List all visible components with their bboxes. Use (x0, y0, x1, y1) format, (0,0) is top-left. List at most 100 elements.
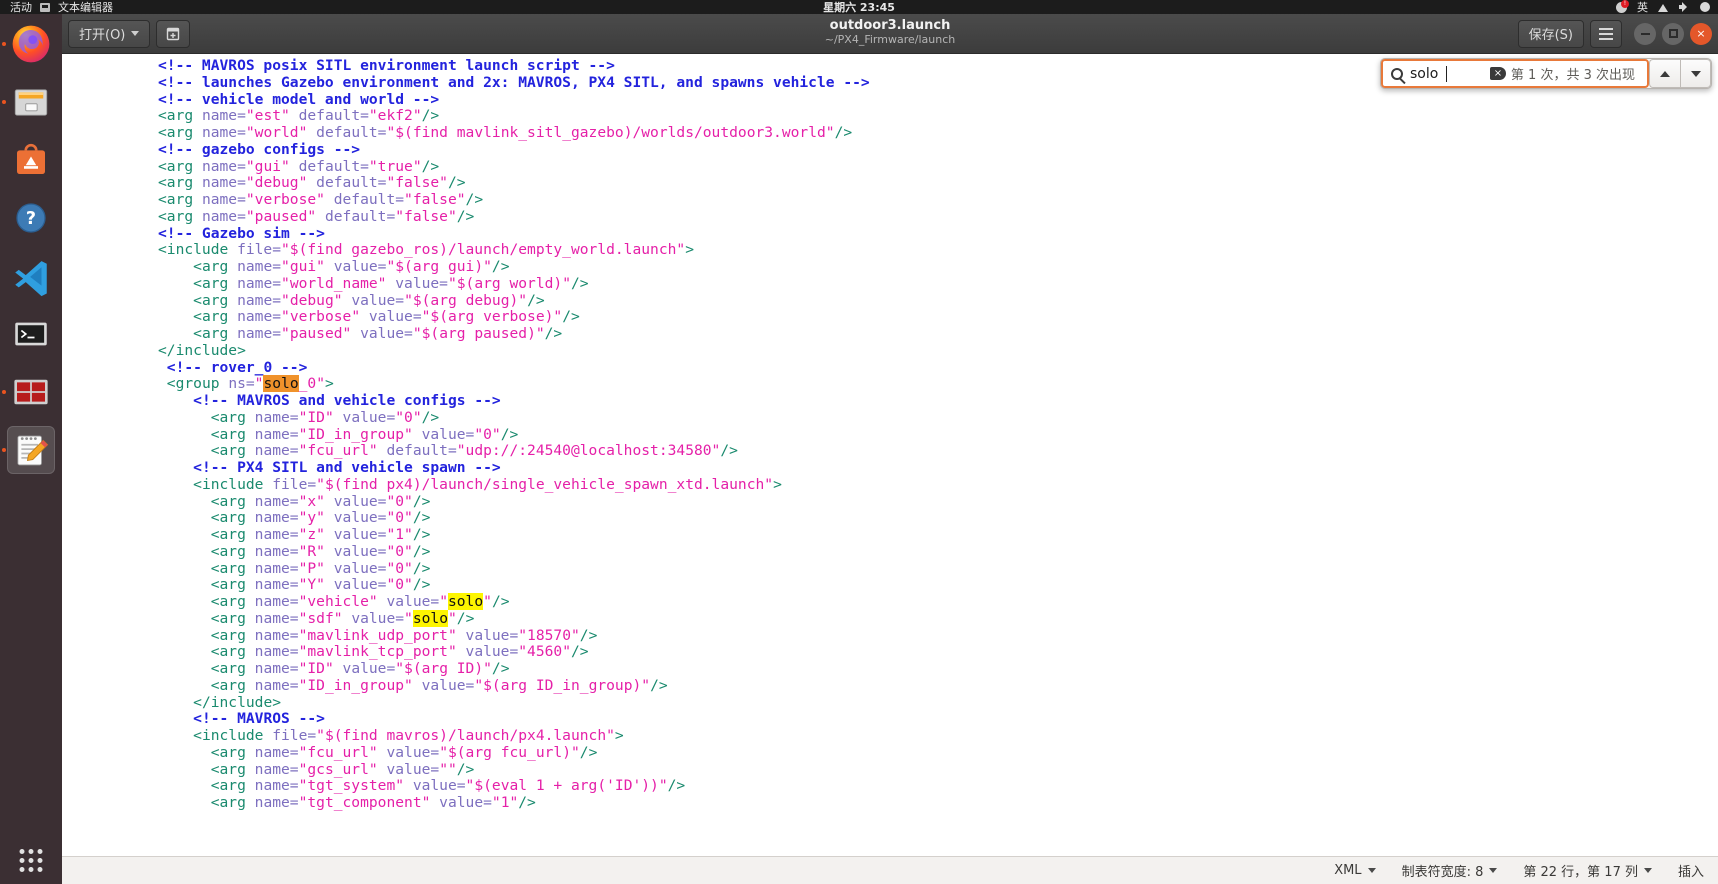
terminal-icon (15, 322, 47, 346)
update-icon: ! (1616, 0, 1629, 13)
open-button-label: 打开(O) (79, 28, 126, 43)
code-line: <arg name="world" default="$(find mavlin… (158, 124, 853, 141)
chevron-down-icon (131, 31, 140, 36)
code-line: <arg name="verbose" default="false"/> (158, 191, 484, 208)
dock-item-help[interactable]: ? (7, 194, 55, 242)
search-nav-buttons (1649, 59, 1711, 88)
code-line: <arg name="ID_in_group" value="0"/> (210, 425, 519, 443)
volume-icon (1679, 2, 1690, 12)
save-button[interactable]: 保存(S) (1517, 19, 1584, 48)
search-query-text: solo (1410, 65, 1439, 82)
help-icon: ? (16, 203, 46, 233)
hamburger-icon (1599, 27, 1613, 40)
header-left-controls: 打开(O) (68, 19, 191, 48)
search-next-button[interactable] (1680, 59, 1711, 88)
tab-width-selector[interactable]: 制表符宽度: 8 (1402, 861, 1498, 880)
code-line: <arg name="vehicle" value="solo"/> (210, 593, 510, 610)
code-line: <arg name="gui" default="true"/> (158, 157, 440, 175)
header-right-controls: 保存(S) × (1517, 19, 1712, 48)
code-line: <!-- gazebo configs --> (158, 140, 361, 158)
search-icon (1391, 67, 1403, 80)
dock-item-files[interactable] (7, 78, 55, 126)
code-line: <arg name="paused" default="false"/> (158, 207, 475, 225)
code-line: <arg name="paused" value="$(arg paused)"… (193, 325, 563, 342)
cursor-position[interactable]: 第 22 行，第 17 列 (1523, 861, 1652, 880)
code-line: <!-- PX4 SITL and vehicle spawn --> (193, 459, 501, 476)
code-line: <arg name="gui" value="$(arg gui)"/> (193, 258, 510, 275)
text-editor-icon (40, 2, 50, 12)
text-cursor (1446, 65, 1448, 82)
activities-button[interactable]: 活动 (10, 0, 32, 14)
language-label: XML (1334, 863, 1362, 878)
maximize-button[interactable] (1662, 22, 1684, 45)
code-line: <include file="$(find gazebo_ros)/launch… (158, 241, 694, 259)
chevron-down-icon (1367, 868, 1376, 873)
dock-item-firefox[interactable] (7, 20, 55, 68)
code-line: <arg name="gcs_url" value=""/> (210, 760, 475, 778)
code-line: <arg name="tgt_component" value="1"/> (210, 794, 536, 811)
vscode-icon (15, 261, 47, 297)
terminator-icon (14, 379, 48, 405)
code-line: <!-- vehicle model and world --> (158, 90, 440, 108)
insert-mode: 插入 (1678, 861, 1704, 880)
header-bar: 打开(O) outdoor3.launch ~/PX4_Firmware/lau… (62, 14, 1718, 54)
main-menu-button[interactable] (1590, 19, 1622, 48)
firefox-icon (12, 25, 50, 63)
open-button[interactable]: 打开(O) (68, 19, 151, 48)
software-bag-icon (17, 143, 45, 174)
chevron-down-icon (1643, 868, 1652, 873)
tab-width-label: 制表符宽度: 8 (1401, 865, 1484, 880)
code-line: <arg name="mavlink_udp_port" value="1857… (210, 626, 598, 644)
files-icon (14, 89, 48, 116)
code-line: <arg name="y" value="0"/> (210, 509, 431, 527)
clear-icon[interactable]: × (1489, 67, 1506, 80)
code-line: <!-- MAVROS and vehicle configs --> (193, 392, 501, 409)
code-line: <arg name="est" default="ekf2"/> (158, 107, 440, 125)
clock[interactable]: 星期六 23:45 (823, 0, 895, 14)
top-panel-left: 活动 文本编辑器 (0, 0, 113, 14)
code-line: <arg name="fcu_url" default="udp://:2454… (210, 442, 738, 460)
save-button-label: 保存(S) (1528, 28, 1573, 43)
new-document-icon (167, 27, 180, 40)
dock-item-vscode[interactable] (7, 252, 55, 300)
ubuntu-dock: ? (0, 14, 62, 884)
show-applications-button[interactable] (19, 849, 43, 872)
code-line: <include file="$(find mavros)/launch/px4… (193, 727, 624, 744)
occurrence-counter: × 第 1 次，共 3 次出现 (1489, 64, 1639, 83)
language-selector[interactable]: XML (1334, 863, 1376, 878)
code-line: <arg name="mavlink_tcp_port" value="4560… (210, 643, 589, 661)
code-line: <arg name="P" value="0"/> (210, 559, 431, 577)
input-method-icon[interactable]: 英 (1637, 0, 1648, 14)
code-text[interactable]: <!-- MAVROS posix SITL environment launc… (62, 54, 1718, 812)
chevron-down-icon (1690, 70, 1701, 77)
code-line: <arg name="z" value="1"/> (210, 526, 431, 543)
search-popover: solo × 第 1 次，共 3 次出现 (1380, 58, 1712, 89)
dock-item-software[interactable] (7, 136, 55, 184)
chevron-down-icon (1489, 868, 1498, 873)
gedit-window: 打开(O) outdoor3.launch ~/PX4_Firmware/lau… (62, 14, 1718, 884)
active-app-name[interactable]: 文本编辑器 (58, 0, 113, 14)
code-line: <!-- Gazebo sim --> (158, 224, 325, 242)
cursor-position-label: 第 22 行，第 17 列 (1523, 865, 1638, 880)
code-line: <!-- MAVROS --> (193, 710, 325, 728)
vertical-scrollbar[interactable] (1714, 54, 1718, 856)
system-indicators[interactable]: ! 英 (1616, 0, 1710, 14)
dock-item-gedit[interactable] (7, 426, 55, 474)
code-line: <arg name="x" value="0"/> (210, 492, 431, 510)
code-line: <arg name="Y" value="0"/> (210, 576, 431, 594)
dock-item-terminal[interactable] (7, 310, 55, 358)
document-path: ~/PX4_Firmware/launch (824, 33, 956, 46)
code-line: <arg name="verbose" value="$(arg verbose… (193, 308, 580, 326)
insert-mode-label: 插入 (1677, 865, 1704, 880)
code-line: <arg name="ID" value="0"/> (210, 408, 440, 426)
gedit-icon (17, 435, 49, 466)
minimize-button[interactable] (1634, 22, 1656, 45)
new-document-button[interactable] (156, 19, 191, 48)
editor-area[interactable]: <!-- MAVROS posix SITL environment launc… (62, 54, 1718, 856)
dock-item-terminator[interactable] (7, 368, 55, 416)
close-button[interactable]: × (1690, 22, 1712, 45)
code-line: <!-- rover_0 --> (166, 358, 308, 376)
code-line: <group ns="solo_0"> (166, 375, 334, 393)
search-input[interactable]: solo × 第 1 次，共 3 次出现 (1381, 59, 1649, 88)
search-previous-button[interactable] (1649, 59, 1680, 88)
